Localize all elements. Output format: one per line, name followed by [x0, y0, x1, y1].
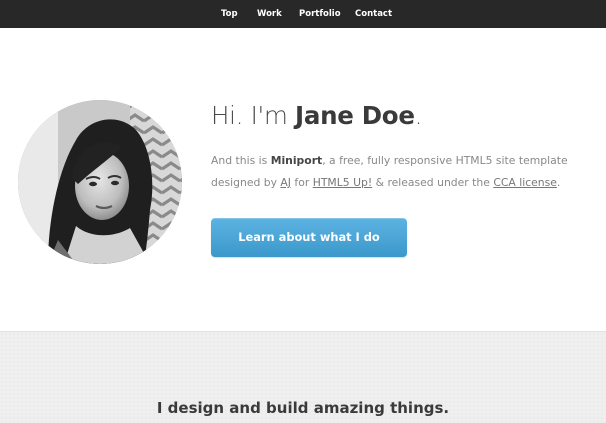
- brand-name: Miniport: [270, 154, 323, 167]
- greeting-suffix: .: [414, 101, 423, 130]
- nav-link-top[interactable]: Top: [221, 0, 238, 28]
- learn-more-button[interactable]: Learn about what I do: [211, 218, 407, 257]
- top-navbar: Top Work Portfolio Contact: [0, 0, 606, 28]
- nav-link-work[interactable]: Work: [257, 0, 282, 28]
- profile-photo: [18, 100, 182, 264]
- hero-section: Hi. I'm Jane Doe. And this is Miniport, …: [0, 28, 606, 332]
- intro-text-1: And this is: [211, 154, 271, 167]
- author-link[interactable]: AJ: [280, 176, 291, 189]
- portrait-image: [18, 100, 182, 264]
- html5up-link[interactable]: HTML5 Up!: [313, 176, 372, 189]
- work-heading: I design and build amazing things.: [156, 399, 450, 417]
- intro-text-6: .: [556, 176, 561, 189]
- intro-text-4: for: [291, 176, 313, 189]
- work-section: I design and build amazing things.: [0, 332, 606, 423]
- hero-name: Jane Doe: [295, 101, 415, 130]
- hero-intro: And this is Miniport, a free, fully resp…: [211, 150, 591, 194]
- hero-greeting: Hi. I'm Jane Doe.: [211, 101, 422, 130]
- intro-text-2: , a free, fully responsive HTML5 site te…: [322, 154, 568, 167]
- license-link[interactable]: CCA license: [493, 176, 557, 189]
- greeting-prefix: Hi. I'm: [211, 101, 296, 130]
- nav-link-portfolio[interactable]: Portfolio: [299, 0, 341, 28]
- intro-text-3: designed by: [211, 176, 281, 189]
- intro-text-5: & released under the: [372, 176, 494, 189]
- nav-link-contact[interactable]: Contact: [355, 0, 392, 28]
